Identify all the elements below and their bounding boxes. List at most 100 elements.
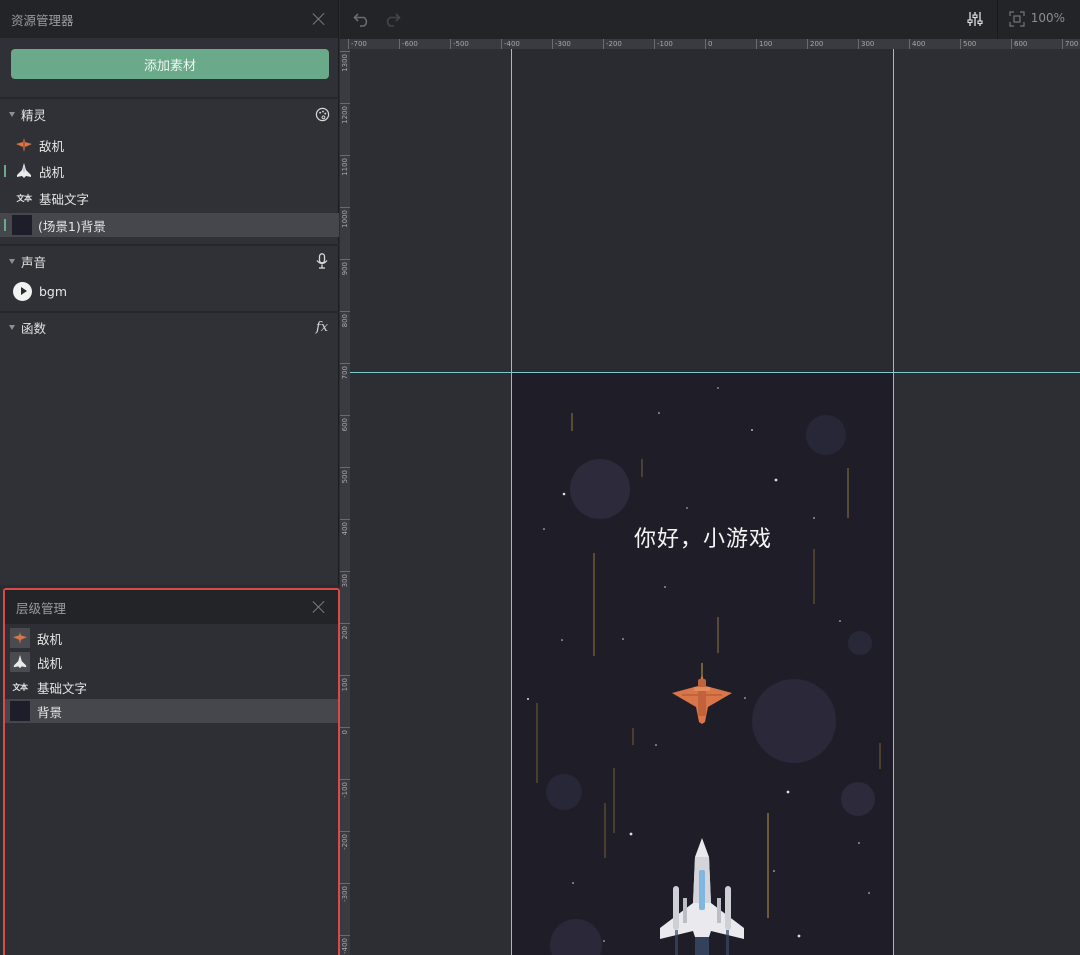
- selection-marker: [4, 219, 6, 231]
- layer-item-text[interactable]: 文本 基础文字: [5, 675, 338, 699]
- ruler-tick-label: 1100: [340, 155, 350, 176]
- starfield-background: [527, 387, 881, 955]
- enemy-plane-sprite[interactable]: [672, 663, 732, 724]
- undo-icon[interactable]: [352, 9, 372, 29]
- ruler-tick-label: -500: [450, 39, 469, 49]
- ruler-tick-label: 600: [1011, 39, 1027, 49]
- ruler-tick-label: 500: [960, 39, 976, 49]
- layer-item-background[interactable]: 背景: [5, 699, 338, 723]
- function-section-title: 函数: [21, 320, 47, 336]
- sprite-item-label: 敌机: [39, 138, 65, 154]
- fighter-plane-icon: [15, 162, 33, 180]
- ruler-tick-label: 900: [340, 259, 350, 275]
- sound-item-label: bgm: [39, 283, 68, 299]
- layer-item-enemy[interactable]: 敌机: [5, 626, 338, 650]
- editor-canvas[interactable]: 你好，小游戏: [350, 49, 1080, 955]
- microphone-icon[interactable]: [314, 253, 330, 269]
- ruler-tick-label: 100: [340, 675, 350, 691]
- ruler-tick-label: 400: [340, 519, 350, 535]
- ruler-tick-label: 0: [340, 727, 350, 734]
- sprites-section-header[interactable]: 精灵: [0, 101, 339, 127]
- ruler-tick-label: -300: [552, 39, 571, 49]
- stage-guide-right: [893, 49, 894, 955]
- stage-guide-top: [350, 372, 1080, 373]
- enemy-plane-icon: [10, 628, 30, 648]
- enemy-plane-icon: [15, 136, 33, 154]
- ruler-tick-label: -200: [340, 831, 350, 850]
- layer-item-label: 战机: [37, 655, 63, 671]
- sound-section-header[interactable]: 声音: [0, 248, 339, 274]
- layer-item-label: 基础文字: [37, 680, 88, 696]
- ruler-tick-label: 200: [340, 623, 350, 639]
- text-icon: 文本: [12, 682, 29, 692]
- background-thumb: [12, 215, 32, 235]
- ruler-tick-label: 600: [340, 415, 350, 431]
- ruler-tick-label: -600: [399, 39, 418, 49]
- game-stage[interactable]: 你好，小游戏: [512, 373, 894, 955]
- sprite-item-background[interactable]: (场景1)背景: [0, 213, 339, 237]
- editor-toolbar: 100%: [340, 0, 1080, 39]
- chevron-down-icon[interactable]: [9, 324, 15, 330]
- chevron-down-icon[interactable]: [9, 111, 15, 117]
- sound-section-title: 声音: [21, 254, 47, 270]
- zoom-level[interactable]: 100%: [1031, 11, 1065, 25]
- layer-manager-panel: 层级管理 敌机 战机 文本 基础文字 背景: [3, 588, 340, 955]
- chevron-down-icon[interactable]: [9, 258, 15, 264]
- redo-icon[interactable]: [382, 9, 402, 29]
- ruler-tick-label: -100: [654, 39, 673, 49]
- ruler-tick-label: 0: [705, 39, 712, 49]
- sprite-item-label: (场景1)背景: [38, 218, 106, 234]
- ruler-tick-label: 200: [807, 39, 823, 49]
- palette-icon[interactable]: [314, 106, 330, 122]
- fit-screen-icon[interactable]: [1007, 9, 1027, 29]
- selection-marker: [4, 165, 6, 177]
- text-icon: 文本: [16, 193, 33, 203]
- ruler-vertical: 1300 1200 1100 1000 900 800 700 600 500 400 300 200…: [340, 49, 350, 955]
- ruler-tick-label: 800: [340, 311, 350, 327]
- add-asset-button[interactable]: 添加素材: [11, 49, 329, 79]
- game-title-text[interactable]: 你好，小游戏: [512, 521, 894, 553]
- asset-manager-header: 资源管理器: [0, 0, 338, 38]
- play-icon[interactable]: [13, 281, 32, 301]
- ruler-tick-label: 300: [340, 571, 350, 587]
- sprite-item-label: 基础文字: [39, 191, 90, 207]
- sprites-section-title: 精灵: [21, 107, 47, 123]
- ruler-tick-label: 100: [756, 39, 772, 49]
- ruler-tick-label: 500: [340, 467, 350, 483]
- ruler-tick-label: -400: [501, 39, 520, 49]
- sliders-icon[interactable]: [965, 9, 985, 29]
- asset-manager-panel: 资源管理器 添加素材 精灵 敌机 战机 文本 基础文字 (场景1)背景 声音 b…: [0, 0, 339, 585]
- close-icon[interactable]: [312, 12, 326, 26]
- divider: [0, 311, 339, 313]
- sprite-item-label: 战机: [39, 164, 65, 180]
- ruler-tick-label: 1300: [340, 51, 350, 72]
- fighter-plane-sprite[interactable]: [660, 838, 744, 955]
- fx-icon[interactable]: fx: [314, 319, 330, 335]
- ruler-tick-label: 300: [858, 39, 874, 49]
- ruler-tick-label: 1000: [340, 207, 350, 228]
- ruler-horizontal: -700 -600 -500 -400 -300 -200 -100 0 100 200 300 40…: [340, 39, 1080, 49]
- ruler-tick-label: -200: [603, 39, 622, 49]
- function-section-header[interactable]: 函数 fx: [0, 314, 339, 340]
- close-icon[interactable]: [312, 600, 326, 614]
- sprite-item-text[interactable]: 文本 基础文字: [0, 186, 339, 210]
- sprite-item-enemy[interactable]: 敌机: [0, 133, 339, 157]
- ruler-tick-label: 700: [1062, 39, 1078, 49]
- layer-item-label: 背景: [37, 704, 63, 720]
- layer-manager-title: 层级管理: [16, 600, 67, 616]
- ruler-tick-label: 1200: [340, 103, 350, 124]
- stage-upper-region: [512, 49, 894, 373]
- layer-manager-header: 层级管理: [5, 590, 338, 624]
- ruler-tick-label: -700: [348, 39, 367, 49]
- ruler-tick-label: -400: [340, 935, 350, 954]
- stage-guide-left: [511, 49, 512, 955]
- divider: [0, 244, 339, 246]
- ruler-tick-label: 400: [909, 39, 925, 49]
- ruler-tick-label: -100: [340, 779, 350, 798]
- layer-item-label: 敌机: [37, 631, 63, 647]
- sound-item-bgm[interactable]: bgm: [0, 279, 339, 303]
- sprite-item-fighter[interactable]: 战机: [0, 159, 339, 183]
- background-thumb: [10, 701, 30, 721]
- layer-item-fighter[interactable]: 战机: [5, 650, 338, 674]
- ruler-tick-label: 700: [340, 363, 350, 379]
